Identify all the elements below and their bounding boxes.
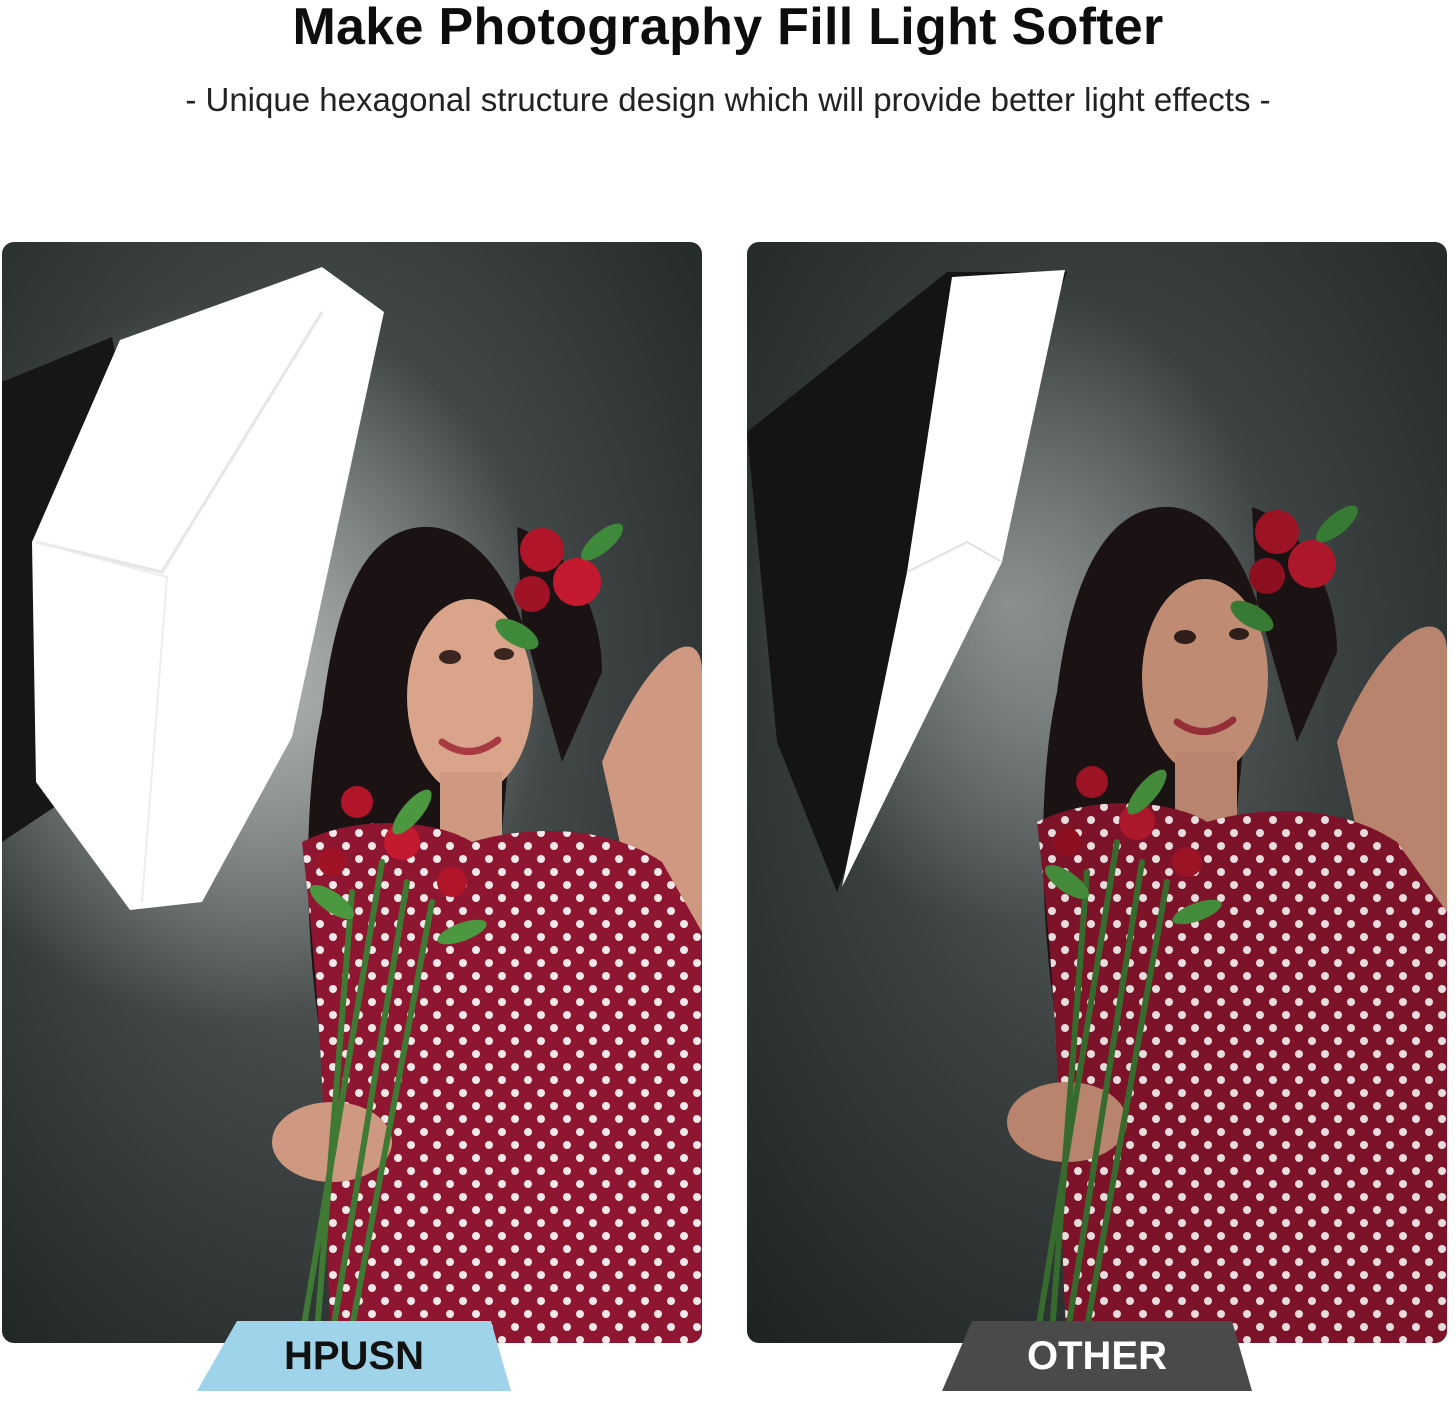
other-label-tag: OTHER: [942, 1321, 1252, 1391]
other-label: OTHER: [1027, 1334, 1167, 1378]
comparison-photo-other: [747, 242, 1447, 1343]
other-photo-illustration: [747, 242, 1447, 1343]
page-subtitle: - Unique hexagonal structure design whic…: [185, 81, 1271, 118]
hpusn-label: HPUSN: [283, 1334, 425, 1378]
hpusn-photo-illustration: [2, 242, 702, 1343]
comparison-photo-hpusn: [2, 242, 702, 1343]
page-title: Make Photography Fill Light Softer: [292, 0, 1164, 56]
hpusn-label-tag: HPUSN: [197, 1321, 511, 1391]
